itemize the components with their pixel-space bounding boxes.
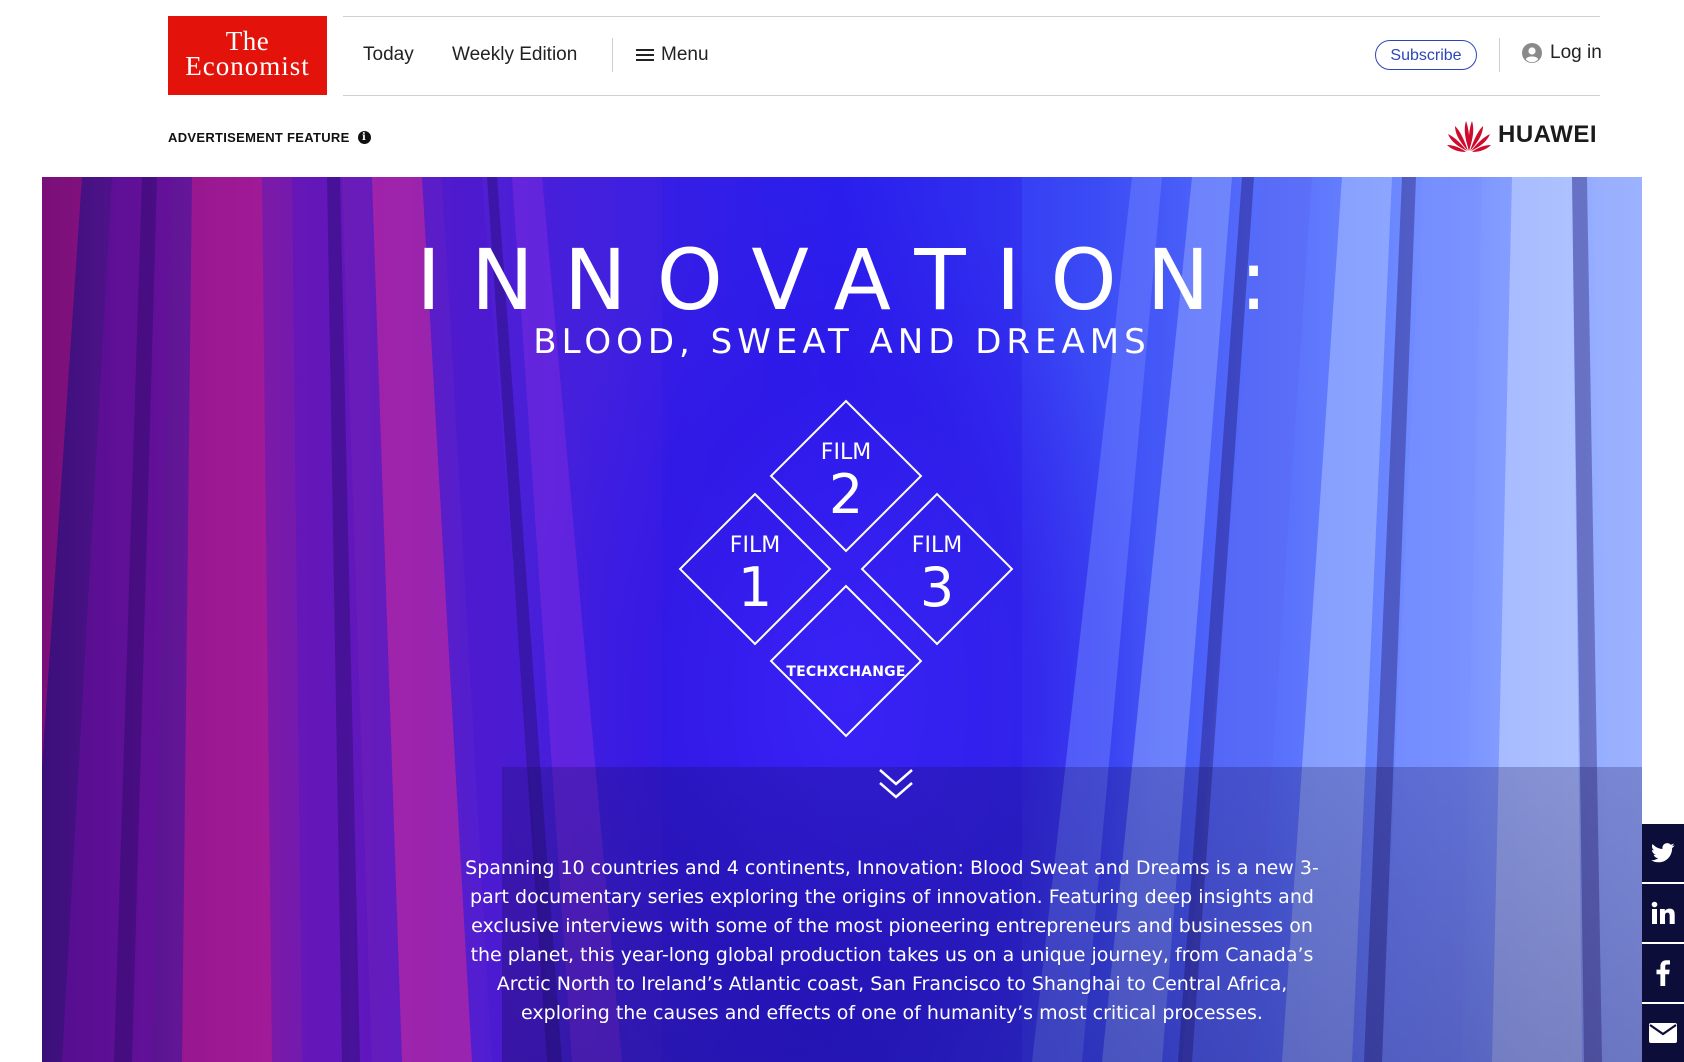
film-1-number: 1 xyxy=(737,556,773,619)
ad-feature-text: ADVERTISEMENT FEATURE xyxy=(168,130,350,145)
nav-weekly-edition-link[interactable]: Weekly Edition xyxy=(452,43,577,67)
techxchange-label: TECHXCHANGE xyxy=(786,664,906,680)
scroll-down-chevron-icon[interactable] xyxy=(878,767,914,808)
user-icon xyxy=(1522,43,1542,63)
film-1-link[interactable]: FILM 1 xyxy=(680,533,830,617)
film-2-number: 2 xyxy=(828,463,864,526)
nav-today-link[interactable]: Today xyxy=(363,43,414,67)
huawei-sponsor-logo[interactable]: HUAWEI xyxy=(1446,117,1597,153)
techxchange-link[interactable]: TECHXCHANGE xyxy=(771,664,921,680)
hero-title: INNOVATION: xyxy=(416,231,1298,329)
linkedin-icon xyxy=(1651,901,1675,924)
content-frame: The Economist Today Weekly Edition Menu … xyxy=(42,0,1642,1062)
page: The Economist Today Weekly Edition Menu … xyxy=(0,0,1684,1062)
linkedin-share-button[interactable] xyxy=(1642,884,1684,942)
account-divider xyxy=(1499,38,1500,72)
hero-banner: INNOVATION: BLOOD, SWEAT AND DREAMS FILM… xyxy=(42,177,1642,1062)
share-rail xyxy=(1642,824,1684,1062)
twitter-share-button[interactable] xyxy=(1642,824,1684,882)
nav-divider xyxy=(612,38,613,72)
hamburger-icon xyxy=(636,48,654,62)
huawei-wordmark: HUAWEI xyxy=(1498,121,1597,148)
subscribe-button[interactable]: Subscribe xyxy=(1375,40,1477,70)
logo-line-2: Economist xyxy=(185,51,310,81)
huawei-petals-icon xyxy=(1447,121,1491,152)
hero-description: Spanning 10 countries and 4 continents, … xyxy=(465,857,1319,1024)
facebook-share-button[interactable] xyxy=(1642,944,1684,1002)
film-3-number: 3 xyxy=(919,556,955,619)
login-label: Log in xyxy=(1550,42,1602,63)
film-2-link[interactable]: FILM 2 xyxy=(771,440,921,524)
masthead-bottom-rule xyxy=(343,95,1600,96)
login-button[interactable]: Log in xyxy=(1522,42,1602,64)
menu-button[interactable]: Menu xyxy=(636,42,709,68)
advertisement-feature-label: ADVERTISEMENT FEATURE i xyxy=(168,130,371,145)
film-3-link[interactable]: FILM 3 xyxy=(862,533,1012,617)
twitter-icon xyxy=(1651,843,1675,863)
hero-subtitle: BLOOD, SWEAT AND DREAMS xyxy=(533,322,1151,362)
email-icon xyxy=(1649,1023,1677,1043)
info-icon[interactable]: i xyxy=(357,131,371,144)
masthead-top-rule xyxy=(343,16,1600,17)
email-share-button[interactable] xyxy=(1642,1004,1684,1062)
economist-logo[interactable]: The Economist xyxy=(168,16,327,95)
facebook-icon xyxy=(1656,960,1670,986)
menu-label: Menu xyxy=(661,44,709,65)
